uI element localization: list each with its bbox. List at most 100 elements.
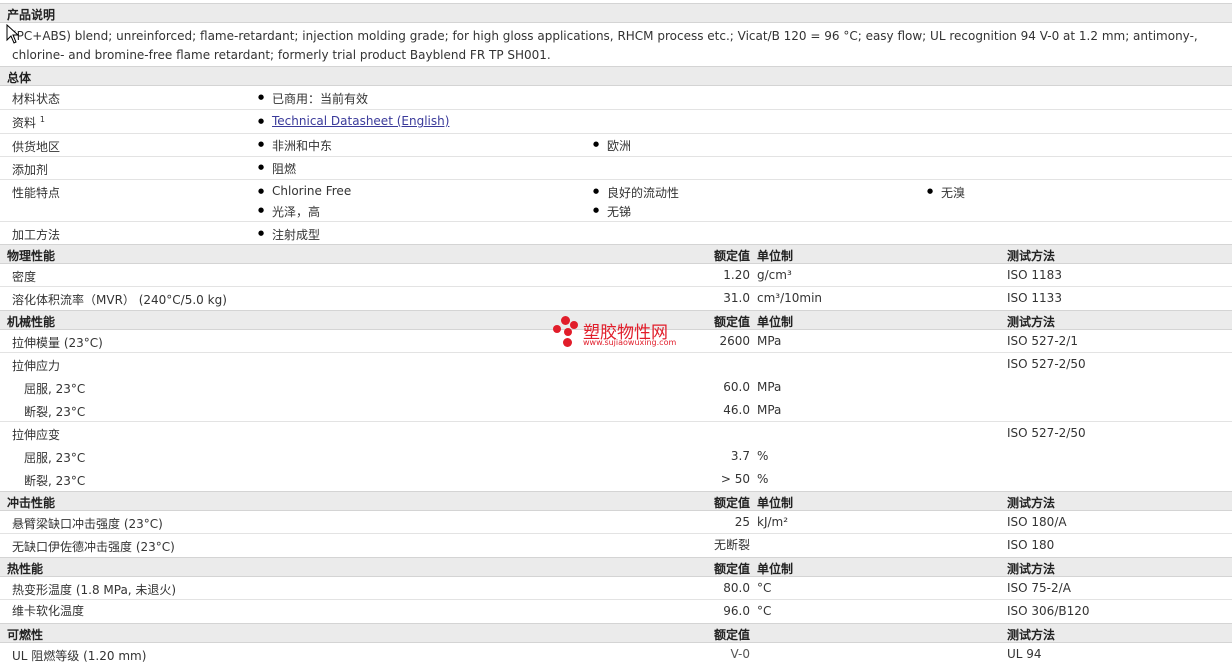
- property-value: 80.0: [723, 581, 750, 595]
- method-column-header: 测试方法: [1007, 249, 1056, 263]
- test-method: ISO 180: [1007, 538, 1055, 552]
- property-label: 密度: [12, 270, 37, 284]
- property-unit: MPa: [757, 334, 782, 348]
- property-row: 溶化体积流率（MVR） (240°C/5.0 kg) 31.0 cm³/10mi…: [0, 287, 1232, 310]
- unit-column-header: 单位制: [757, 315, 794, 329]
- feature-value: 无溴: [927, 184, 965, 201]
- property-row: 维卡软化温度 96.0 °C ISO 306/B120: [0, 600, 1232, 623]
- property-row: 屈服, 23°C 3.7 %: [0, 445, 1232, 468]
- section-title: 机械性能: [7, 315, 56, 329]
- section-header-general: 总体: [0, 66, 1232, 86]
- property-unit: kJ/m²: [757, 515, 789, 529]
- row-label: 加工方法: [12, 228, 61, 242]
- method-column-header: 测试方法: [1007, 496, 1056, 510]
- property-row: 断裂, 23°C > 50 %: [0, 468, 1232, 491]
- property-value: 96.0: [723, 604, 750, 618]
- unit-column-header: 单位制: [757, 496, 794, 510]
- test-method: ISO 527-2/1: [1007, 334, 1078, 348]
- region-value: 欧洲: [593, 137, 631, 154]
- additive-row: 添加剂 阻燃: [0, 157, 1232, 180]
- unit-column-header: 单位制: [757, 249, 794, 263]
- property-row: 无缺口伊佐德冲击强度 (23°C) 无断裂 ISO 180: [0, 534, 1232, 557]
- property-label: 断裂, 23°C: [24, 474, 86, 488]
- test-method: ISO 1133: [1007, 291, 1062, 305]
- region-value: 非洲和中东: [258, 137, 332, 154]
- logo-dot-icon: [553, 325, 561, 333]
- method-column-header: 测试方法: [1007, 315, 1056, 329]
- logo-dot-icon: [570, 321, 578, 329]
- method-column-header: 测试方法: [1007, 562, 1056, 576]
- value-column-header: 额定值: [713, 315, 750, 329]
- row-label: 添加剂: [12, 163, 49, 177]
- test-method: ISO 180/A: [1007, 515, 1067, 529]
- property-label: 拉伸应变: [12, 428, 61, 442]
- supply-region-row: 供货地区 非洲和中东 欧洲: [0, 134, 1232, 157]
- row-label: 供货地区: [12, 140, 61, 154]
- property-unit: %: [757, 449, 769, 463]
- value-column-header: 额定值: [713, 562, 750, 576]
- test-method: ISO 306/B120: [1007, 604, 1090, 618]
- property-value: 46.0: [723, 403, 750, 417]
- property-label: 拉伸模量 (23°C): [12, 336, 103, 350]
- section-header-physical: 物理性能 额定值 单位制 测试方法: [0, 244, 1232, 264]
- property-label: 溶化体积流率（MVR） (240°C/5.0 kg): [12, 293, 227, 307]
- processing-value: 注射成型: [258, 226, 320, 243]
- logo-dot-icon: [561, 316, 570, 325]
- documents-row: 资料 1 Technical Datasheet (English): [0, 110, 1232, 134]
- product-description: (PC+ABS) blend; unreinforced; flame-reta…: [12, 29, 1198, 62]
- datasheet-list-item: Technical Datasheet (English): [258, 114, 449, 129]
- property-label: 屈服, 23°C: [24, 451, 86, 465]
- property-label: UL 阻燃等级 (1.20 mm): [12, 649, 147, 663]
- logo-dot-icon: [564, 328, 572, 336]
- processing-row: 加工方法 注射成型: [0, 222, 1232, 244]
- section-title: 产品说明: [7, 8, 56, 22]
- property-row: 拉伸应力 ISO 527-2/50: [0, 353, 1232, 376]
- property-value: 60.0: [723, 380, 750, 394]
- property-row: 断裂, 23°C 46.0 MPa: [0, 399, 1232, 422]
- test-method: UL 94: [1007, 647, 1042, 661]
- property-unit: MPa: [757, 403, 782, 417]
- property-value: 无断裂: [713, 538, 750, 552]
- value-column-header: 额定值: [713, 249, 750, 263]
- material-status-value: 已商用：当前有效: [258, 90, 368, 107]
- property-label: 拉伸应力: [12, 359, 61, 373]
- property-value: > 50: [720, 472, 750, 486]
- feature-value: 无锑: [593, 203, 631, 220]
- section-title: 物理性能: [7, 249, 56, 263]
- feature-value: Chlorine Free: [258, 184, 351, 199]
- test-method: ISO 527-2/50: [1007, 357, 1086, 371]
- feature-value: 良好的流动性: [593, 184, 679, 201]
- technical-datasheet-link[interactable]: Technical Datasheet (English): [272, 114, 449, 128]
- property-value: 3.7: [730, 449, 750, 463]
- section-header-impact: 冲击性能 额定值 单位制 测试方法: [0, 491, 1232, 511]
- property-value: 31.0: [723, 291, 750, 305]
- property-unit: cm³/10min: [757, 291, 823, 305]
- property-label: 热变形温度 (1.8 MPa, 未退火): [12, 583, 177, 597]
- property-unit: °C: [757, 604, 772, 618]
- property-unit: g/cm³: [757, 268, 792, 282]
- property-row: 屈服, 23°C 60.0 MPa: [0, 376, 1232, 399]
- section-title: 总体: [7, 71, 32, 85]
- watermark-logo: 塑胶物性网 www.sujiaowuxing.com: [551, 314, 691, 350]
- property-value: V-0: [730, 647, 750, 661]
- section-title: 冲击性能: [7, 496, 56, 510]
- watermark-url: www.sujiaowuxing.com: [583, 338, 677, 347]
- property-label: 维卡软化温度: [12, 604, 85, 618]
- property-row: 密度 1.20 g/cm³ ISO 1183: [0, 264, 1232, 287]
- section-header-thermal: 热性能 额定值 单位制 测试方法: [0, 557, 1232, 577]
- logo-dot-icon: [563, 338, 572, 347]
- feature-value: 光泽，高: [258, 203, 320, 220]
- property-row: 拉伸应变 ISO 527-2/50: [0, 422, 1232, 445]
- property-unit: MPa: [757, 380, 782, 394]
- property-label: 断裂, 23°C: [24, 405, 86, 419]
- material-status-row: 材料状态 已商用：当前有效: [0, 86, 1232, 110]
- value-column-header: 额定值: [713, 496, 750, 510]
- property-label: 悬臂梁缺口冲击强度 (23°C): [12, 517, 163, 531]
- section-header-flammability: 可燃性 额定值 测试方法: [0, 623, 1232, 643]
- method-column-header: 测试方法: [1007, 628, 1056, 642]
- property-label: 屈服, 23°C: [24, 382, 86, 396]
- property-value: 2600: [719, 334, 750, 348]
- features-row: 性能特点 Chlorine Free 良好的流动性 无溴 光泽，高 无锑: [0, 180, 1232, 222]
- property-unit: °C: [757, 581, 772, 595]
- section-title: 热性能: [7, 562, 44, 576]
